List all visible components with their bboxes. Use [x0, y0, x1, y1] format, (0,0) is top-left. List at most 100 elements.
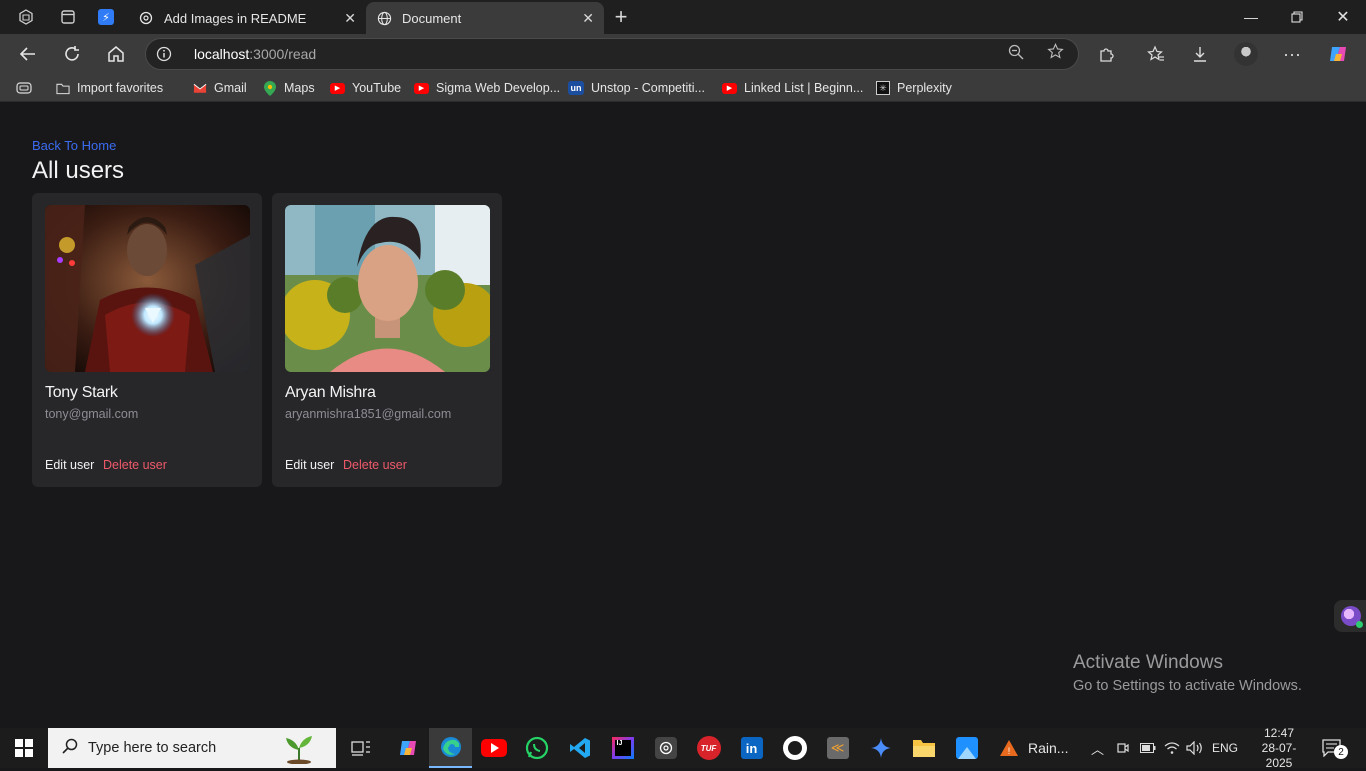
- address-bar[interactable]: localhost:3000/read: [145, 38, 1079, 70]
- weather-label: Rain...: [1028, 740, 1069, 756]
- new-tab-icon[interactable]: +: [604, 0, 638, 34]
- intellij-icon[interactable]: IJ: [601, 728, 644, 768]
- delete-user-button[interactable]: Delete user: [343, 458, 407, 472]
- vscode-icon[interactable]: [558, 728, 601, 768]
- user-photo: [285, 205, 490, 372]
- sidebar-avatar-icon[interactable]: [1334, 600, 1366, 632]
- search-placeholder: Type here to search: [88, 740, 217, 756]
- page-content: Back To Home All users Tony Stark tony@g…: [0, 103, 1366, 728]
- fav-import-favorites[interactable]: Import favorites: [56, 76, 163, 100]
- meet-now-icon[interactable]: [1116, 728, 1130, 768]
- refresh-icon[interactable]: [56, 38, 88, 70]
- clock-time: 12:47: [1263, 725, 1295, 740]
- youtube-icon: ▶: [330, 82, 345, 94]
- notification-count: 2: [1334, 745, 1348, 759]
- zoom-out-icon[interactable]: [1008, 44, 1024, 64]
- url-host: localhost: [194, 46, 250, 62]
- address-toolbar: localhost:3000/read ···: [0, 34, 1366, 74]
- pinned-tab-icon[interactable]: ⚡: [84, 0, 128, 34]
- linkedin-icon[interactable]: in: [730, 728, 773, 768]
- edge-browser-icon[interactable]: [429, 728, 472, 768]
- delete-user-button[interactable]: Delete user: [103, 458, 167, 472]
- user-photo: [45, 205, 250, 372]
- file-explorer-icon[interactable]: [902, 728, 945, 768]
- tuf-icon[interactable]: TUF: [687, 728, 730, 768]
- windows-start-icon[interactable]: [0, 728, 48, 768]
- svg-text:!: !: [1008, 746, 1011, 756]
- favorite-star-icon[interactable]: [1047, 43, 1064, 65]
- tab-document[interactable]: Document ✕: [366, 2, 604, 34]
- tab-add-images-readme[interactable]: Add Images in README ✕: [128, 2, 366, 34]
- edit-user-button[interactable]: Edit user: [285, 458, 334, 472]
- copilot-icon[interactable]: [1322, 38, 1354, 70]
- language-indicator[interactable]: ENG: [1212, 728, 1238, 768]
- browser-tab-bar: ⚡ Add Images in README ✕ Document ✕ + — …: [0, 0, 1366, 34]
- activate-windows-watermark: Activate Windows Go to Settings to activ…: [1073, 652, 1302, 694]
- eclipse-icon[interactable]: ≪: [816, 728, 859, 768]
- youtube-app-icon[interactable]: [472, 728, 515, 768]
- minimize-icon[interactable]: —: [1228, 0, 1274, 34]
- clock[interactable]: 12:47 28-07-2025: [1250, 725, 1308, 770]
- copilot-app-icon[interactable]: [386, 728, 429, 768]
- maps-pin-icon: [263, 80, 277, 96]
- windows-taskbar: Type here to search IJ TUF in ≪ ! Rain..…: [0, 725, 1366, 770]
- fav-linked-list[interactable]: ▶ Linked List | Beginn...: [722, 76, 863, 100]
- info-icon[interactable]: [146, 46, 182, 62]
- tab-title: Document: [402, 10, 462, 26]
- user-name: Tony Stark: [45, 384, 118, 401]
- fav-maps[interactable]: Maps: [263, 76, 315, 100]
- downloads-icon[interactable]: [1184, 38, 1216, 70]
- close-icon[interactable]: ✕: [344, 10, 356, 27]
- notifications-icon[interactable]: 2: [1322, 728, 1348, 768]
- more-options-icon[interactable]: ···: [1276, 38, 1308, 70]
- volume-icon[interactable]: [1186, 728, 1204, 768]
- fav-unstop[interactable]: un Unstop - Competiti...: [568, 76, 705, 100]
- fav-label: Perplexity: [897, 81, 952, 95]
- home-icon[interactable]: [100, 38, 132, 70]
- close-icon[interactable]: ✕: [582, 10, 594, 27]
- extensions-icon[interactable]: [1091, 38, 1123, 70]
- user-name: Aryan Mishra: [285, 384, 376, 401]
- battery-icon[interactable]: [1140, 728, 1156, 768]
- gemini-icon[interactable]: [859, 728, 902, 768]
- fav-label: Gmail: [214, 81, 247, 95]
- fav-label: Maps: [284, 81, 315, 95]
- back-arrow-icon[interactable]: [12, 38, 44, 70]
- clock-date: 28-07-2025: [1261, 740, 1297, 770]
- watermark-subtitle: Go to Settings to activate Windows.: [1073, 678, 1302, 694]
- fav-label: Unstop - Competiti...: [591, 81, 705, 95]
- folder-import-icon: [56, 81, 70, 95]
- fav-gmail[interactable]: Gmail: [193, 76, 247, 100]
- favorites-icon[interactable]: [1140, 38, 1172, 70]
- whatsapp-icon[interactable]: [515, 728, 558, 768]
- chatgpt-icon[interactable]: [644, 728, 687, 768]
- fav-label: YouTube: [352, 81, 402, 95]
- openai-icon: [138, 10, 154, 26]
- close-window-icon[interactable]: ✕: [1320, 0, 1366, 34]
- weather-widget[interactable]: ! Rain...: [998, 728, 1068, 768]
- watermark-title: Activate Windows: [1073, 652, 1223, 673]
- tab-actions-icon[interactable]: [52, 0, 84, 34]
- tab-title: Add Images in README: [164, 10, 307, 26]
- photos-icon[interactable]: [945, 728, 988, 768]
- workspaces-icon[interactable]: [0, 0, 52, 34]
- fav-label: Linked List | Beginn...: [744, 81, 864, 95]
- restore-icon[interactable]: [1274, 0, 1320, 34]
- wifi-icon[interactable]: [1164, 728, 1180, 768]
- task-view-icon[interactable]: [339, 728, 382, 768]
- back-to-home-link[interactable]: Back To Home: [32, 138, 116, 153]
- github-icon[interactable]: [773, 728, 816, 768]
- gmail-icon: [193, 81, 207, 95]
- edit-user-button[interactable]: Edit user: [45, 458, 94, 472]
- chevron-up-icon[interactable]: ︿: [1091, 728, 1104, 768]
- taskbar-search[interactable]: Type here to search: [48, 728, 336, 768]
- profile-avatar[interactable]: [1230, 38, 1262, 70]
- fav-perplexity[interactable]: ✳ Perplexity: [876, 76, 952, 100]
- fav-label: Sigma Web Develop...: [436, 81, 561, 95]
- sidebar-toggle-icon[interactable]: [16, 76, 32, 100]
- globe-icon: [376, 10, 392, 26]
- fav-youtube[interactable]: ▶ YouTube: [330, 76, 401, 100]
- url-path: :3000/read: [249, 46, 317, 62]
- fav-sigma-web[interactable]: ▶ Sigma Web Develop...: [414, 76, 560, 100]
- youtube-icon: ▶: [414, 82, 429, 94]
